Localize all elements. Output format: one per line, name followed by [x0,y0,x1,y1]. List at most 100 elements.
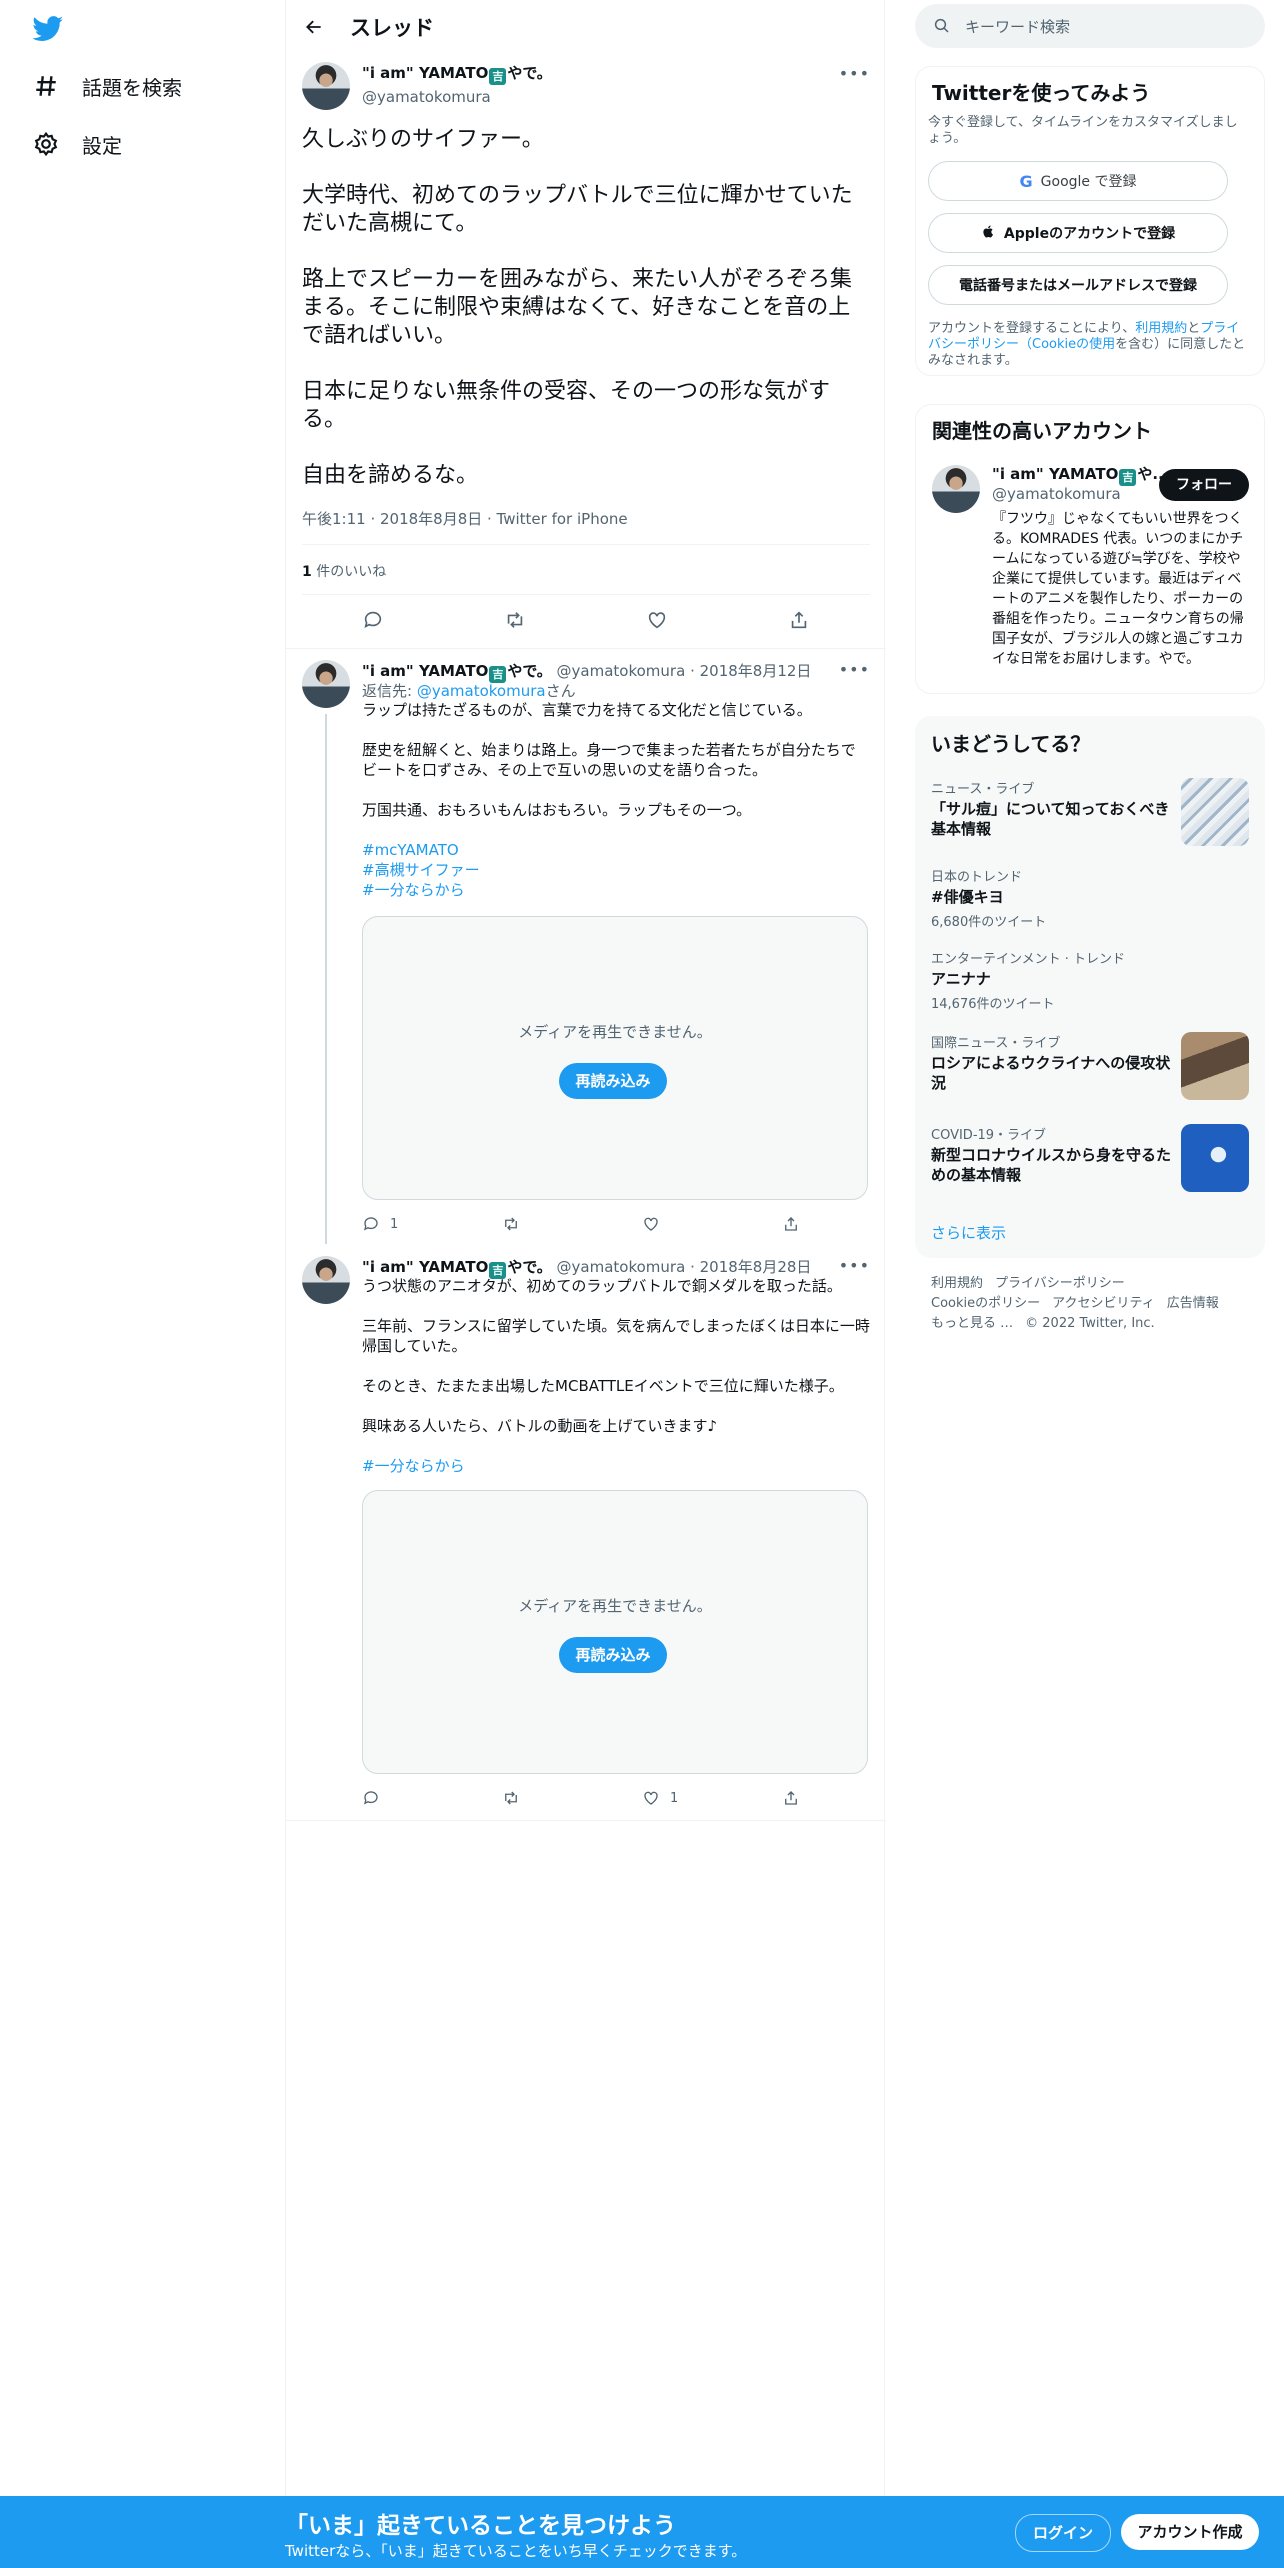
twitter-logo-icon[interactable] [32,16,64,42]
share-icon[interactable] [788,609,810,635]
footer-link[interactable]: アクセシビリティ [1052,1296,1155,1311]
apple-icon [981,224,996,243]
media-player: メディアを再生できません。 再読み込み [362,916,868,1200]
retweet-icon [505,1791,517,1805]
signup-card: Twitterを使ってみよう 今すぐ登録して、タイムラインをカスタマイズしましょ… [915,66,1265,376]
reply-header: "i am" YAMATO 吉やで。 @yamatokomura · 2018年8… [362,662,812,683]
nav-settings-label: 設定 [82,133,122,158]
retweet-button[interactable] [502,1789,562,1807]
reply-actions: 1 [362,1786,802,1810]
apple-signup-button[interactable]: Appleのアカウントで登録 [928,213,1228,253]
reply-icon[interactable] [362,609,384,635]
retweet-icon[interactable] [504,609,526,635]
search-icon [933,17,951,35]
share-icon [785,1791,797,1805]
author-name[interactable]: "i am" YAMATO 吉やで。 [362,662,552,683]
phone-email-signup-button[interactable]: 電話番号またはメールアドレスで登録 [928,265,1228,305]
reply-actions: 1 [362,1212,802,1236]
share-button[interactable] [782,1789,802,1807]
related-title: 関連性の高いアカウント [932,419,1152,443]
related-account-name[interactable]: "i am" YAMATO 吉や... [992,463,1169,486]
trend-title: アニナナ [931,970,991,988]
nav-explore[interactable]: 話題を検索 [30,66,182,106]
trend-title: ロシアによるウクライナへの侵攻状況 [931,1054,1171,1092]
tweet-date[interactable]: 2018年8月12日 [700,662,812,680]
trends-title: いまどうしてる？ [931,732,1091,756]
reply-icon [363,1791,378,1805]
reply-to-handle-link[interactable]: @yamatokomura [417,682,546,700]
trend-item[interactable]: 国際ニュース・ライブ ロシアによるウクライナへの侵攻状況 [931,1032,1249,1100]
share-icon [785,1217,797,1231]
avatar[interactable] [302,62,350,110]
author-name[interactable]: "i am" YAMATO 吉やで。 [362,62,552,85]
trend-title: 「サル痘」について知っておくべき基本情報 [931,800,1170,838]
footer-link[interactable]: Cookieのポリシー [931,1296,1040,1311]
thread-connector-line [325,714,327,1244]
like-button[interactable] [642,1215,702,1233]
trend-item[interactable]: エンターテインメント · トレンド アニナナ 14,676件のツイート [931,948,1249,1012]
reply-to-line: 返信先: @yamatokomuraさん [362,682,576,700]
footer-link[interactable]: 広告情報 [1167,1296,1219,1311]
tweet-date[interactable]: 2018年8月28日 [700,1258,812,1276]
likes-count[interactable]: 1 件のいいね [302,561,386,581]
footer-link[interactable]: もっと見る … [931,1316,1013,1331]
trend-title: #俳優キヨ [931,888,1004,906]
tweet-timestamp[interactable]: 午後1:11 · 2018年8月8日 · Twitter for iPhone [302,508,628,529]
hashtag-link[interactable]: #mcYAMATO [362,840,870,860]
hashtag-link[interactable]: #一分ならから [362,880,870,900]
thread-header: スレッド [286,0,886,54]
login-button[interactable]: ログイン [1015,2514,1111,2552]
divider [302,594,870,595]
author-handle[interactable]: @yamatokomura [557,662,686,680]
related-account-handle[interactable]: @yamatokomura [992,485,1121,503]
gear-icon [30,128,62,160]
avatar[interactable] [302,1256,350,1304]
search-input[interactable]: キーワード検索 [915,4,1265,48]
like-button[interactable]: 1 [642,1789,702,1807]
author-name[interactable]: "i am" YAMATO 吉やで。 [362,1258,552,1279]
avatar[interactable] [302,660,350,708]
like-icon[interactable] [646,609,668,635]
hashtag-link[interactable]: #高槻サイファー [362,860,870,880]
reply-button[interactable]: 1 [362,1215,422,1233]
trend-item[interactable]: COVID-19・ライブ 新型コロナウイルスから身を守るための基本情報 [931,1124,1249,1192]
author-handle[interactable]: @yamatokomura [362,88,552,106]
reload-button[interactable]: 再読み込み [559,1637,667,1673]
tweet-text: うつ状態のアニオタが、初めてのラップバトルで銅メダルを取った話。 三年前、フラン… [362,1277,870,1435]
trend-count: 6,680件のツイート [931,915,1047,930]
media-error-message: メディアを再生できません。 [518,1597,712,1615]
related-account-bio: 『フツウ』じゃなくてもいい世界をつくる。KOMRADES 代表。いつのまにかチー… [992,511,1244,667]
share-button[interactable] [782,1215,802,1233]
follow-button[interactable]: フォロー [1159,469,1249,501]
avatar[interactable] [932,465,980,513]
media-error-message: メディアを再生できません。 [518,1023,712,1041]
back-arrow-icon[interactable] [296,9,332,45]
footer-links: 利用規約 プライバシーポリシー Cookieのポリシー アクセシビリティ 広告情報 も… [931,1274,1231,1334]
trend-item[interactable]: ニュース・ライブ 「サル痘」について知っておくべき基本情報 [931,778,1249,846]
nav-settings[interactable]: 設定 [30,124,122,164]
trend-item[interactable]: 日本のトレンド #俳優キヨ 6,680件のツイート [931,866,1249,930]
retweet-button[interactable] [502,1215,562,1233]
reload-button[interactable]: 再読み込み [559,1063,667,1099]
hashtag-link[interactable]: #一分ならから [362,1456,870,1476]
footer-link[interactable]: プライバシーポリシー [995,1276,1125,1291]
terms-link[interactable]: 利用規約 [1135,321,1187,336]
trend-title: 新型コロナウイルスから身を守るための基本情報 [931,1146,1172,1184]
signup-button[interactable]: アカウント作成 [1121,2514,1259,2550]
left-sidebar: 話題を検索 設定 [0,0,285,2568]
footer-link[interactable]: 利用規約 [931,1276,983,1291]
more-options-icon[interactable]: ••• [839,64,870,83]
trend-thumbnail [1181,778,1249,846]
reply-button[interactable] [362,1789,422,1807]
main-tweet: "i am" YAMATO 吉やで。 @yamatokomura ••• 久しぶり… [302,62,870,490]
author-handle[interactable]: @yamatokomura [557,1258,686,1276]
emoji-badge: 吉 [489,68,507,85]
like-count: 1 [670,1790,679,1806]
thread-column: スレッド "i am" YAMATO 吉やで。 @yamatokomura •••… [285,0,886,2568]
bottom-bar-title: 「いま」起きていることを見つけよう [285,2513,676,2539]
hashtag-icon [30,70,62,102]
tweet-text: ラップは持たざるものが、言葉で力を持てる文化だと信じている。 歴史を紐解くと、始… [362,701,856,819]
show-more-link[interactable]: さらに表示 [931,1222,1006,1243]
google-signup-button[interactable]: G Google で登録 [928,161,1228,201]
trend-category: 日本のトレンド [931,870,1023,885]
